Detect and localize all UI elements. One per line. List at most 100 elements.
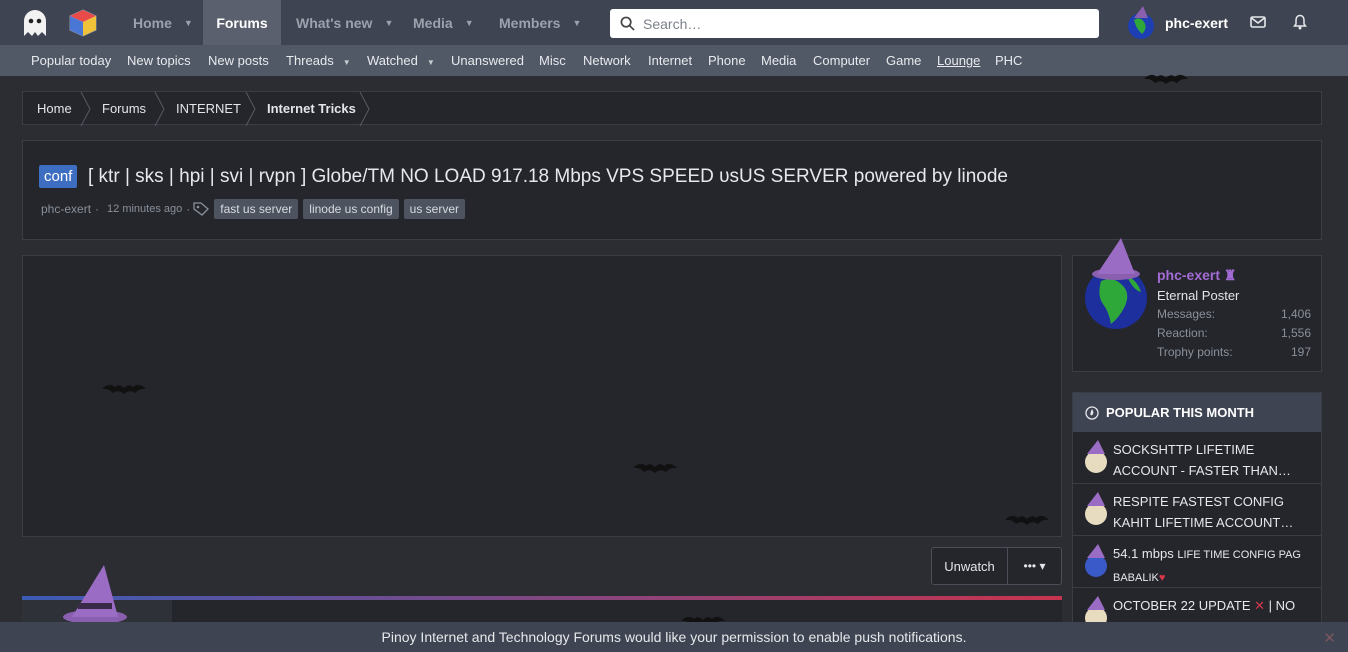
bat-decoration-icon — [1144, 74, 1188, 84]
breadcrumb-separator-icon — [80, 92, 91, 126]
nav-tab-members[interactable]: Members ▼ — [499, 0, 581, 45]
subnav-new-posts[interactable]: New posts — [208, 53, 269, 68]
breadcrumb-home[interactable]: Home — [37, 101, 72, 116]
subnav-threads[interactable]: Threads ▼ — [286, 53, 351, 68]
breadcrumb-separator-icon — [154, 92, 165, 126]
popular-line: OCTOBER 22 UPDATE — [1113, 598, 1255, 613]
ghost-badge-icon: ♜ — [1223, 267, 1237, 283]
thread-time[interactable]: 12 minutes ago — [107, 203, 182, 215]
avatar — [1085, 492, 1107, 525]
subnav-popular-today[interactable]: Popular today — [31, 53, 111, 68]
post-content-area — [22, 255, 1062, 537]
push-notification-banner[interactable]: Pinoy Internet and Technology Forums wou… — [0, 622, 1348, 652]
thread-author[interactable]: phc-exert — [41, 202, 91, 216]
nav-tab-home[interactable]: Home ▼ — [133, 0, 193, 45]
chevron-down-icon[interactable]: ▼ — [184, 18, 193, 28]
search-icon — [620, 16, 635, 31]
chevron-down-icon[interactable]: ▼ — [427, 58, 435, 67]
author-stat-trophy: Trophy points: 197 — [1157, 345, 1311, 359]
list-item[interactable]: 54.1 mbps LIFE TIME CONFIG PAG BABALIK♥ — [1073, 536, 1321, 589]
subnav-watched[interactable]: Watched ▼ — [367, 53, 435, 68]
flame-icon — [1085, 405, 1099, 420]
unwatch-button[interactable]: Unwatch — [932, 548, 1008, 584]
stat-label: Messages: — [1157, 307, 1216, 321]
stat-label: Reaction: — [1157, 326, 1208, 340]
popular-line: RESPITE FASTEST CONFIG — [1113, 494, 1284, 509]
popular-line: SOCKSHTTP LIFETIME — [1113, 442, 1255, 457]
list-item[interactable]: SOCKSHTTP LIFETIME ACCOUNT - FASTER THAN… — [1073, 432, 1321, 484]
envelope-icon[interactable] — [1250, 14, 1266, 30]
chevron-down-icon[interactable]: ▼ — [465, 18, 474, 28]
avatar — [1085, 440, 1107, 473]
subnav-misc[interactable]: Misc — [539, 53, 566, 68]
subnav-new-topics[interactable]: New topics — [127, 53, 191, 68]
nav-tab-label: Home — [133, 14, 172, 31]
thread-meta: phc-exert · 12 minutes ago · fast us ser… — [41, 199, 466, 219]
chevron-down-icon[interactable]: ▼ — [343, 58, 351, 67]
list-item[interactable]: RESPITE FASTEST CONFIG KAHIT LIFETIME ACC… — [1073, 484, 1321, 536]
popular-line: KAHIT LIFETIME ACCOUNT… — [1113, 515, 1294, 530]
tag-icon — [193, 202, 210, 216]
witch-hat-avatar[interactable] — [60, 563, 130, 623]
popular-line: BABALIK — [1113, 572, 1159, 584]
stat-value[interactable]: 1,556 — [1281, 326, 1311, 340]
nav-tab-media[interactable]: Media ▼ — [413, 0, 474, 45]
popular-thread-title[interactable]: SOCKSHTTP LIFETIME ACCOUNT - FASTER THAN… — [1113, 439, 1318, 481]
subnav-phc[interactable]: PHC — [995, 53, 1022, 68]
breadcrumb-internet[interactable]: INTERNET — [176, 101, 241, 116]
avatar[interactable] — [1083, 236, 1151, 332]
breadcrumb-internet-tricks[interactable]: Internet Tricks — [267, 101, 356, 116]
popular-line: 54.1 mbps — [1113, 546, 1178, 561]
bat-decoration-icon — [633, 463, 677, 473]
more-options-button[interactable]: ••• ▾ — [1008, 548, 1061, 584]
tag-fast-us-server[interactable]: fast us server — [214, 199, 299, 219]
thread-actions: Unwatch ••• ▾ — [931, 547, 1062, 585]
subnav-internet[interactable]: Internet — [648, 53, 692, 68]
subnav-network[interactable]: Network — [583, 53, 631, 68]
popular-line-small: LIFE TIME CONFIG PAG — [1177, 549, 1301, 561]
subnav-unanswered[interactable]: Unanswered — [451, 53, 524, 68]
author-name[interactable]: phc-exert ♜ — [1157, 267, 1236, 284]
meta-separator: · — [186, 202, 191, 216]
nav-tab-label: What's new — [296, 14, 373, 31]
notification-message: Pinoy Internet and Technology Forums wou… — [381, 629, 967, 645]
chevron-down-icon[interactable]: ▼ — [572, 18, 581, 28]
bell-icon[interactable] — [1292, 14, 1308, 30]
nav-tab-whats-new[interactable]: What's new ▼ — [296, 0, 393, 45]
top-navigation: Home ▼ Forums What's new ▼ Media ▼ Membe… — [0, 0, 1348, 45]
close-icon[interactable]: ✕ — [1323, 629, 1336, 647]
author-stat-messages: Messages: 1,406 — [1157, 307, 1311, 321]
chevron-down-icon[interactable]: ▼ — [384, 18, 393, 28]
ghost-logo-icon[interactable] — [20, 8, 50, 38]
nav-tab-label: Media — [413, 14, 453, 31]
tag-us-server[interactable]: us server — [403, 199, 466, 219]
popular-thread-title[interactable]: RESPITE FASTEST CONFIG KAHIT LIFETIME ACC… — [1113, 491, 1318, 533]
subnav-media[interactable]: Media — [761, 53, 796, 68]
thread-header: conf [ ktr | sks | hpi | svi | rvpn ] Gl… — [22, 140, 1322, 240]
cube-logo-icon[interactable] — [68, 8, 98, 38]
nav-tab-forums[interactable]: Forums — [203, 0, 281, 45]
stat-value[interactable]: 1,406 — [1281, 307, 1311, 321]
thread-prefix-badge[interactable]: conf — [39, 165, 78, 188]
subnav-computer[interactable]: Computer — [813, 53, 870, 68]
search-input[interactable]: Search… — [610, 9, 1099, 38]
breadcrumb-forums[interactable]: Forums — [102, 101, 146, 116]
avatar — [1085, 544, 1107, 577]
popular-thread-title[interactable]: OCTOBER 22 UPDATE ✕ | NO — [1113, 595, 1318, 616]
subnav-phone[interactable]: Phone — [708, 53, 746, 68]
tag-linode-us-config[interactable]: linode us config — [303, 199, 399, 219]
subnav-lounge[interactable]: Lounge — [937, 53, 980, 68]
bat-decoration-icon — [102, 384, 146, 394]
breadcrumb-separator-icon — [359, 92, 370, 126]
popular-thread-title[interactable]: 54.1 mbps LIFE TIME CONFIG PAG BABALIK♥ — [1113, 543, 1318, 589]
red-x-icon: ✕ — [1254, 598, 1266, 613]
breadcrumb: Home Forums INTERNET Internet Tricks — [22, 91, 1322, 126]
subnav-label: Watched — [367, 53, 418, 68]
subnav-game[interactable]: Game — [886, 53, 921, 68]
stat-value[interactable]: 197 — [1291, 345, 1311, 359]
user-menu[interactable]: phc-exert — [1126, 6, 1228, 40]
popular-line-tail: | NO — [1265, 598, 1296, 613]
nav-tab-label: Members — [499, 14, 561, 31]
meta-separator: · — [95, 202, 100, 216]
popular-widget-title: POPULAR THIS MONTH — [1106, 405, 1255, 420]
